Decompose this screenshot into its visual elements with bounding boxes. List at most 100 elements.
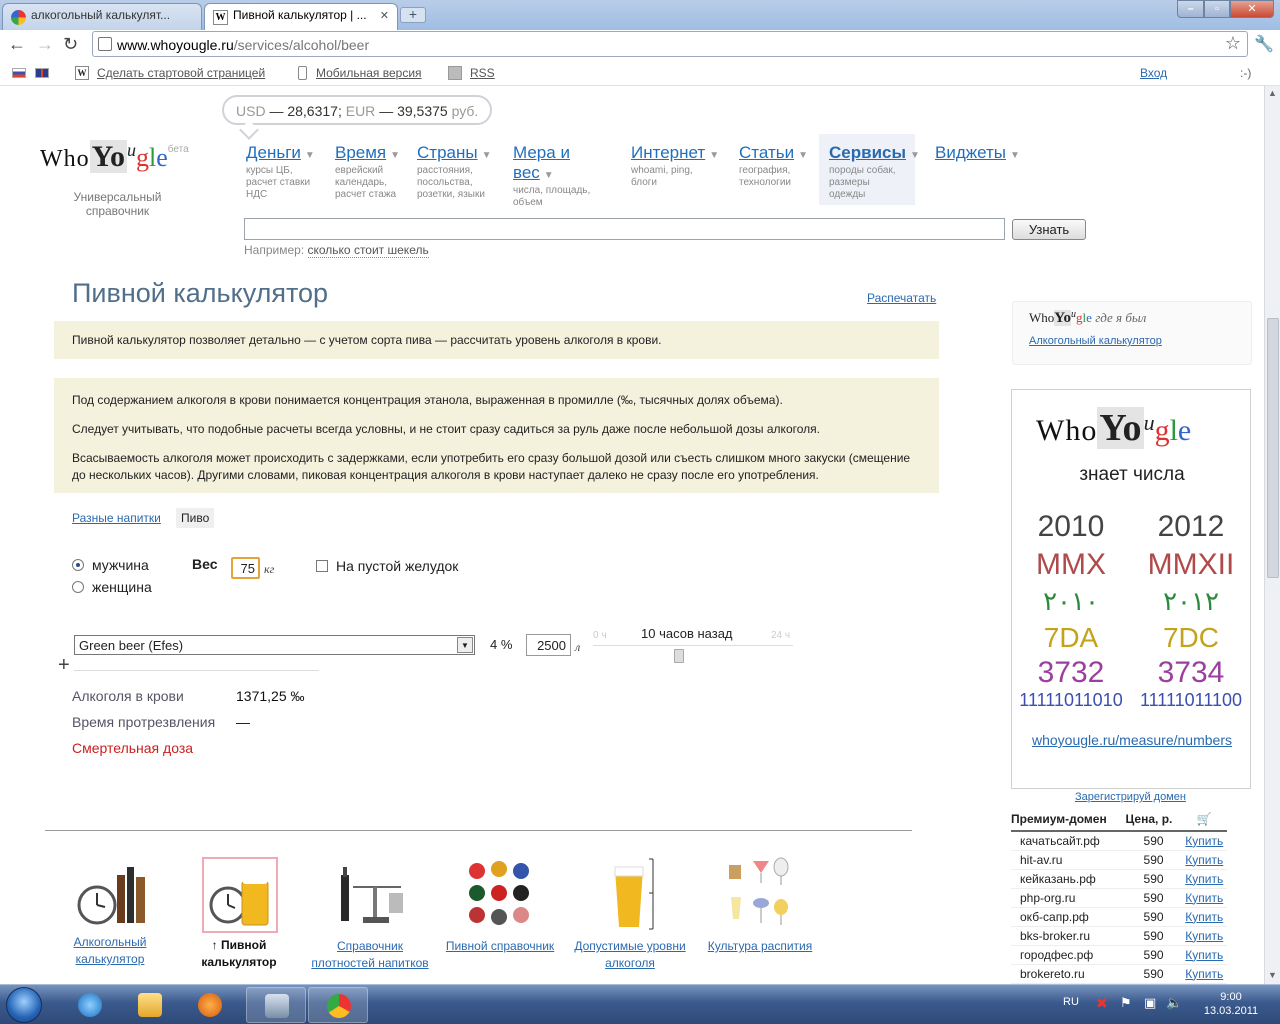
language-indicator[interactable]: RU xyxy=(1063,996,1079,1008)
search-input[interactable] xyxy=(244,218,1005,240)
tab-beer-calculator[interactable]: W Пивной калькулятор | ... ✕ xyxy=(204,3,398,31)
make-start-page-link[interactable]: Сделать стартовой страницей xyxy=(97,66,265,80)
nav-articles-title[interactable]: Статьи xyxy=(739,143,794,162)
nav-measures[interactable]: Мера и вес ▼ числа, площадь, объем xyxy=(513,143,613,209)
service-beer-calculator[interactable]: ↑ Пивной калькулятор xyxy=(180,857,298,971)
english-flag-icon[interactable] xyxy=(35,68,49,78)
logo-subtitle: Универсальный справочник xyxy=(73,190,162,218)
service-drinking-culture[interactable]: Культура распития xyxy=(704,857,816,955)
female-label: женщина xyxy=(92,579,152,595)
search-button[interactable]: Узнать xyxy=(1012,219,1086,240)
nav-money-title[interactable]: Деньги xyxy=(246,143,301,162)
service-caption[interactable]: Культура распития xyxy=(708,939,812,953)
service-caption[interactable]: Пивной справочник xyxy=(446,939,554,953)
service-allowed-levels[interactable]: Допустимые уровни алкоголя xyxy=(568,857,692,972)
ad-number-2012: 3734 xyxy=(1157,656,1225,689)
tray-volume-icon[interactable]: 🔈 xyxy=(1166,995,1182,1011)
buy-link[interactable]: Купить xyxy=(1185,948,1223,962)
service-beer-reference[interactable]: Пивной справочник xyxy=(440,857,560,955)
service-density-reference[interactable]: Справочник плотностей напитков xyxy=(306,857,434,972)
nav-countries[interactable]: Страны ▼ расстояния, посольства, розетки,… xyxy=(417,143,497,201)
russian-flag-icon[interactable] xyxy=(12,68,26,78)
tray-flag-icon[interactable]: ⚑ xyxy=(1120,995,1132,1011)
buy-link[interactable]: Купить xyxy=(1185,872,1223,886)
clock-bottles-icon xyxy=(77,867,145,925)
time-slider-track[interactable] xyxy=(593,645,793,646)
scroll-thumb[interactable] xyxy=(1267,318,1279,578)
dropdown-arrow-icon[interactable]: ▼ xyxy=(457,637,473,653)
female-radio[interactable] xyxy=(72,581,84,593)
tray-alert-icon[interactable]: ✖ xyxy=(1096,995,1108,1012)
mobile-version-link[interactable]: Мобильная версия xyxy=(316,66,422,80)
nav-internet[interactable]: Интернет ▼ whoami, ping, блоги xyxy=(631,143,721,189)
back-icon[interactable]: ← xyxy=(8,34,26,55)
tray-network-icon[interactable]: ▣ xyxy=(1144,995,1156,1011)
weight-input[interactable]: 75 xyxy=(231,557,260,579)
close-tab-icon[interactable]: ✕ xyxy=(380,9,389,22)
nav-time-title[interactable]: Время xyxy=(335,143,386,162)
service-caption[interactable]: Справочник плотностей напитков xyxy=(311,939,428,970)
numbers-ad[interactable]: WhoYougle знает числа 2010 2012 MMX MMXII ٢٠… xyxy=(1011,389,1251,789)
tab-various-drinks[interactable]: Разные напитки xyxy=(72,511,161,525)
nav-internet-title[interactable]: Интернет xyxy=(631,143,705,162)
domain-price: 590 xyxy=(1125,926,1182,946)
ad-link[interactable]: whoyougle.ru/measure/numbers xyxy=(1032,732,1232,748)
print-link[interactable]: Распечатать xyxy=(867,291,936,305)
tab-beer[interactable]: Пиво xyxy=(176,508,215,528)
minimize-button[interactable]: – xyxy=(1177,0,1204,18)
start-button[interactable] xyxy=(6,987,42,1023)
buy-link[interactable]: Купить xyxy=(1185,910,1223,924)
taskbar-ie[interactable] xyxy=(60,987,120,1023)
site-logo[interactable]: WhoYo ugleбета xyxy=(40,140,220,174)
nav-services[interactable]: Сервисы ▼ породы собак, размеры одежды xyxy=(819,134,920,205)
nav-time[interactable]: Время ▼ еврейский календарь, расчет стажа xyxy=(335,143,405,201)
volume-input[interactable]: 2500 xyxy=(526,634,571,656)
tab-alcohol-calculator[interactable]: алкогольный калькулят... xyxy=(2,3,202,30)
wrench-icon[interactable]: 🔧 xyxy=(1254,34,1274,54)
info-paragraph: Под содержанием алкоголя в крови понимае… xyxy=(72,393,783,407)
eur-value: — 39,5375 xyxy=(379,103,448,119)
buy-link[interactable]: Купить xyxy=(1185,853,1223,867)
buy-link[interactable]: Купить xyxy=(1185,891,1223,905)
buy-link[interactable]: Купить xyxy=(1185,929,1223,943)
nav-money[interactable]: Деньги ▼ курсы ЦБ, расчет ставки НДС xyxy=(246,143,324,201)
history-link[interactable]: Алкогольный калькулятор xyxy=(1029,335,1162,347)
buy-link[interactable]: Купить xyxy=(1185,967,1223,981)
maximize-button[interactable]: ▫ xyxy=(1204,0,1230,18)
address-bar[interactable]: www.whoyougle.ru/services/alcohol/beer ☆ xyxy=(92,31,1248,57)
buy-link[interactable]: Купить xyxy=(1185,834,1223,848)
service-caption[interactable]: Допустимые уровни алкоголя xyxy=(574,939,685,970)
close-window-button[interactable]: ✕ xyxy=(1230,0,1274,18)
beer-select[interactable]: Green beer (Efes) ▼ xyxy=(74,635,475,655)
taskbar-media-player[interactable] xyxy=(180,987,240,1023)
bookmark-star-icon[interactable]: ☆ xyxy=(1225,33,1241,54)
service-caption[interactable]: Алкогольный калькулятор xyxy=(74,935,147,966)
tray-clock[interactable]: 9:00 13.03.2011 xyxy=(1196,990,1266,1018)
empty-stomach-checkbox[interactable] xyxy=(316,560,328,572)
time-slider-handle[interactable] xyxy=(674,649,684,663)
domain-name: hit-av.ru xyxy=(1011,850,1126,870)
nav-services-title[interactable]: Сервисы xyxy=(829,143,906,162)
nav-widgets[interactable]: Виджеты ▼ xyxy=(935,143,1020,163)
nav-measures-title[interactable]: Мера и вес xyxy=(513,143,570,182)
nav-articles[interactable]: Статьи ▼ география, технологии xyxy=(739,143,809,189)
add-drink-icon[interactable]: + xyxy=(58,654,70,677)
login-link[interactable]: Вход xyxy=(1140,66,1167,80)
time-label: 10 часов назад xyxy=(641,626,733,641)
scroll-down-icon[interactable]: ▼ xyxy=(1268,970,1277,980)
page-scrollbar[interactable]: ▲ ▼ xyxy=(1264,86,1280,984)
example-link[interactable]: сколько стоит шекель xyxy=(307,243,429,258)
rss-link[interactable]: RSS xyxy=(470,66,495,80)
forward-icon[interactable]: → xyxy=(36,34,54,55)
taskbar-computer[interactable] xyxy=(246,987,306,1023)
taskbar-chrome[interactable] xyxy=(308,987,368,1023)
nav-countries-title[interactable]: Страны xyxy=(417,143,478,162)
taskbar-explorer[interactable] xyxy=(120,987,180,1023)
register-domain-link[interactable]: Зарегистрируй домен xyxy=(1075,791,1186,803)
reload-icon[interactable]: ↻ xyxy=(63,34,78,55)
male-radio[interactable] xyxy=(72,559,84,571)
new-tab-button[interactable]: + xyxy=(400,7,426,23)
nav-widgets-title[interactable]: Виджеты xyxy=(935,143,1006,162)
scroll-up-icon[interactable]: ▲ xyxy=(1268,88,1277,98)
service-alcohol-calculator[interactable]: Алкогольный калькулятор xyxy=(62,857,158,968)
